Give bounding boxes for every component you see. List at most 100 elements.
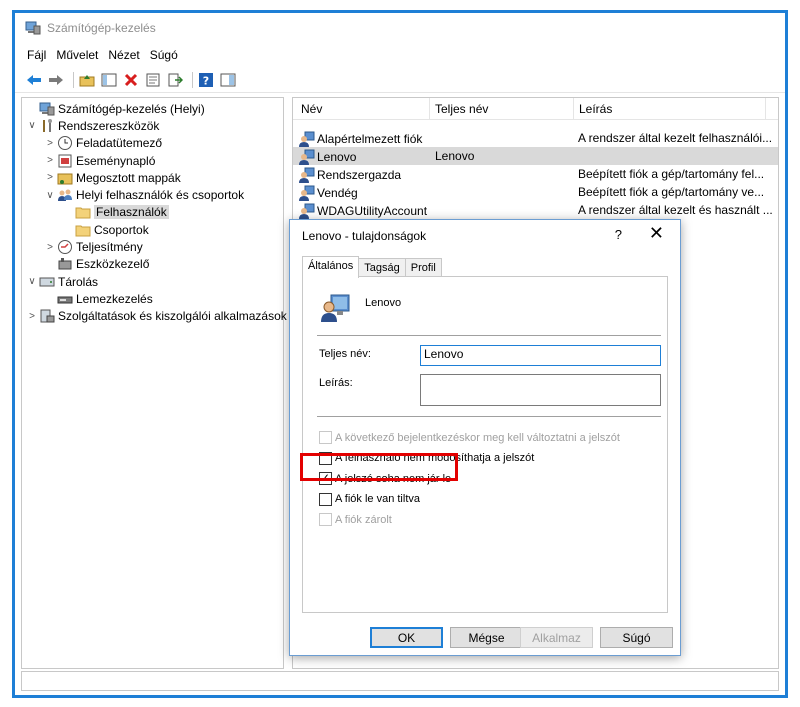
tree-item-label: Feladatütemező — [76, 136, 163, 151]
tree-item-label: Megosztott mappák — [76, 170, 181, 185]
column-divider[interactable] — [765, 98, 766, 120]
column-divider[interactable] — [573, 98, 574, 120]
list-header: Név Teljes név Leírás — [293, 98, 778, 120]
description-field[interactable] — [420, 374, 661, 406]
account-disabled-checkbox[interactable]: A fiók le van tiltva — [319, 492, 420, 506]
full-name-label: Teljes név: — [319, 348, 371, 360]
chevron-down-icon[interactable]: ∨ — [44, 190, 56, 201]
navigation-tree: Számítógép-kezelés (Helyi) ∨ Rendszereszkö… — [21, 97, 287, 669]
tab-general[interactable]: Általános — [302, 256, 360, 278]
menu-action[interactable]: Művelet — [56, 48, 98, 62]
chevron-right-icon[interactable]: > — [44, 242, 56, 253]
tab-membership[interactable]: Tagság — [358, 258, 406, 278]
menu-file[interactable]: Fájl — [27, 48, 46, 62]
user-name: WDAGUtilityAccount — [317, 204, 428, 218]
chevron-right-icon[interactable]: > — [44, 155, 56, 166]
tree-item-5[interactable]: ∨ Helyi felhasználók és csoportok — [22, 186, 283, 203]
apply-button[interactable]: Alkalmaz — [520, 627, 593, 648]
tree-item-label: Rendszereszközök — [58, 118, 160, 133]
toolbar-separator — [192, 71, 193, 88]
tree-item-6[interactable]: Felhasználók — [22, 204, 283, 221]
table-row[interactable]: Rendszergazda Beépített fiók a gép/tartom… — [293, 165, 778, 183]
tree-item-7[interactable]: Csoportok — [22, 221, 283, 238]
chevron-right-icon[interactable]: > — [44, 172, 56, 183]
status-bar — [21, 671, 779, 691]
user-account-icon — [299, 185, 315, 201]
ok-button[interactable]: OK — [370, 627, 443, 648]
must-change-password-checkbox: A következő bejelentkezéskor meg kell vá… — [319, 431, 620, 444]
tree-item-label: Eseménynapló — [76, 153, 156, 168]
tree-item-10[interactable]: ∨ Tárolás — [22, 273, 283, 290]
column-description[interactable]: Leírás — [579, 102, 612, 116]
checkbox-box[interactable] — [319, 492, 332, 506]
user-icon — [321, 294, 350, 322]
table-row[interactable]: WDAGUtilityAccount A rendszer által kezel… — [293, 201, 778, 219]
user-name: Rendszergazda — [317, 168, 402, 182]
device-manager-icon — [57, 256, 73, 272]
help-button[interactable]: Súgó — [600, 627, 673, 648]
checkbox-label: A fiók le van tiltva — [335, 493, 420, 505]
table-row[interactable]: Vendég Beépített fiók a gép/tartomány ve.… — [293, 183, 778, 201]
disk-icon — [57, 291, 73, 307]
chevron-right-icon[interactable]: > — [44, 138, 56, 149]
tree-item-label: Helyi felhasználók és csoportok — [76, 188, 245, 203]
column-full-name[interactable]: Teljes név — [435, 102, 488, 116]
tree-item-8[interactable]: > Teljesítmény — [22, 238, 283, 255]
user-name: Lenovo — [317, 150, 357, 164]
user-name-heading: Lenovo — [365, 297, 402, 309]
tree-item-4[interactable]: > Megosztott mappák — [22, 169, 283, 186]
description-cell: A rendszer által kezelt és használt ... — [578, 203, 773, 217]
full-name-field[interactable]: Lenovo — [420, 345, 661, 366]
tree-item-label: Eszközkezelő — [76, 257, 150, 272]
dialog-close-button[interactable]: ✕ — [649, 223, 664, 244]
dialog-help-button[interactable]: ? — [615, 227, 622, 242]
table-row[interactable]: Alapértelmezett fiók A rendszer által kez… — [293, 129, 778, 147]
divider — [317, 416, 661, 417]
tree-item-2[interactable]: > Feladatütemező — [22, 135, 283, 152]
action-pane-icon[interactable] — [219, 71, 237, 89]
tools-icon — [39, 118, 55, 134]
show-hide-tree-icon[interactable] — [100, 71, 118, 89]
cancel-button[interactable]: Mégse — [450, 627, 523, 648]
clock-icon — [57, 135, 73, 151]
general-tab-panel: Lenovo Teljes név: Lenovo Leírás: A köve… — [302, 276, 668, 613]
tree-item-9[interactable]: Eszközkezelő — [22, 256, 283, 273]
chevron-down-icon[interactable]: ∨ — [26, 120, 38, 131]
menu-view[interactable]: Nézet — [108, 48, 139, 62]
checkbox-label: A következő bejelentkezéskor meg kell vá… — [335, 431, 620, 444]
tree-item-12[interactable]: > Szolgáltatások és kiszolgálói alkalmazá… — [22, 308, 287, 325]
table-row[interactable]: Lenovo Lenovo — [293, 147, 778, 165]
menu-help[interactable]: Súgó — [150, 48, 178, 62]
toolbar-separator — [73, 71, 74, 88]
tree-item-1[interactable]: ∨ Rendszereszközök — [22, 117, 283, 134]
event-log-icon — [57, 153, 73, 169]
user-name-cell: Lenovo — [299, 149, 356, 165]
tab-profile[interactable]: Profil — [404, 258, 442, 278]
tree-item-label: Lemezkezelés — [76, 291, 153, 306]
up-folder-icon[interactable] — [78, 71, 96, 89]
column-name[interactable]: Név — [301, 102, 322, 116]
tree-item-label: Felhasználók — [94, 205, 169, 220]
checkbox-label: A fiók zárolt — [335, 513, 392, 526]
computer-management-icon — [25, 21, 41, 35]
chevron-down-icon[interactable]: ∨ — [26, 276, 38, 287]
user-name-cell: WDAGUtilityAccount — [299, 203, 427, 219]
description-cell: Beépített fiók a gép/tartomány ve... — [578, 185, 765, 199]
chevron-right-icon[interactable]: > — [26, 311, 38, 322]
divider — [317, 335, 661, 336]
tree-item-label: Tárolás — [58, 274, 99, 289]
tree-item-0[interactable]: Számítógép-kezelés (Helyi) — [22, 100, 283, 117]
checkbox-box — [319, 431, 332, 444]
properties-icon[interactable] — [144, 71, 162, 89]
user-name-cell: Rendszergazda — [299, 167, 401, 183]
forward-arrow-icon[interactable] — [47, 71, 65, 89]
tree-item-11[interactable]: Lemezkezelés — [22, 290, 283, 307]
help-icon[interactable]: ? — [197, 71, 215, 89]
shared-folder-icon — [57, 170, 73, 186]
user-account-icon — [299, 131, 315, 147]
column-divider[interactable] — [429, 98, 430, 120]
back-arrow-icon[interactable] — [25, 71, 43, 89]
delete-icon[interactable] — [122, 71, 140, 89]
tree-item-3[interactable]: > Eseménynapló — [22, 152, 283, 169]
export-list-icon[interactable] — [166, 71, 184, 89]
